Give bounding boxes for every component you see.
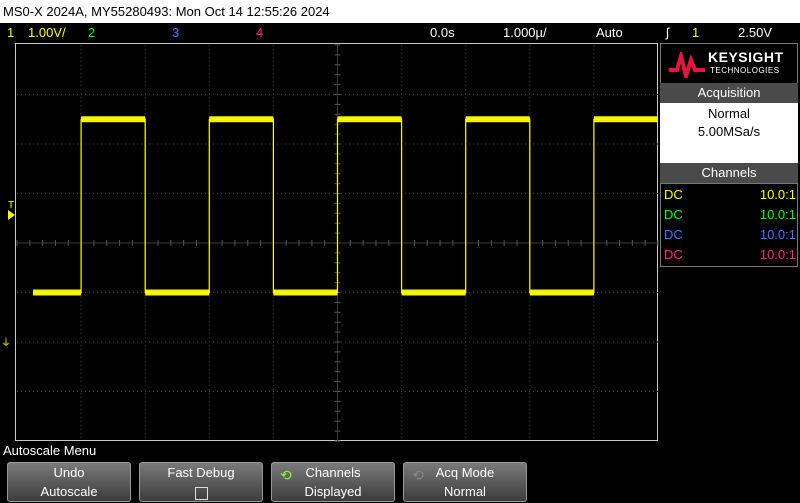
ch1-waveform-level	[81, 116, 146, 123]
ch1-waveform-level	[273, 289, 338, 296]
channel-coupling: DC	[664, 187, 683, 202]
waveform-display[interactable]	[15, 43, 659, 442]
trigger-level[interactable]: 2.50V	[738, 23, 772, 43]
window-title: MS0-X 2024A, MY55280493: Mon Oct 14 12:5…	[3, 4, 330, 19]
acquisition-mode: Normal	[708, 106, 750, 121]
channel-row-3[interactable]: DC 10.0:1	[664, 225, 796, 245]
channel-probe: 10.0:1	[759, 227, 796, 242]
acquisition-rate: 5.00MSa/s	[697, 124, 761, 139]
time-delay[interactable]: 0.0s	[430, 23, 455, 43]
softkey-label: Undo	[53, 465, 85, 480]
channels-list: DC 10.0:1 DC 10.0:1 DC 10.0:1 DC 10.0:1	[660, 183, 798, 267]
ch1-waveform-level	[529, 289, 594, 296]
title-bar: MS0-X 2024A, MY55280493: Mon Oct 14 12:5…	[0, 0, 800, 23]
channel-probe: 10.0:1	[759, 187, 796, 202]
acquisition-heading: Acquisition	[660, 83, 798, 103]
softkey-value: Normal	[444, 484, 486, 499]
channel-probe: 10.0:1	[759, 207, 796, 222]
channel-coupling: DC	[664, 227, 683, 242]
channel-row-4[interactable]: DC 10.0:1	[664, 245, 796, 265]
logo-sub: TECHNOLOGIES	[710, 66, 780, 75]
keysight-logo: KEYSIGHT TECHNOLOGIES	[660, 43, 798, 85]
ch3-number[interactable]: 3	[172, 23, 179, 43]
time-scale[interactable]: 1.000µ/	[503, 23, 547, 43]
side-panel: KEYSIGHT TECHNOLOGIES Acquisition Normal…	[660, 43, 800, 267]
ch1-waveform-level	[593, 116, 658, 123]
undo-autoscale-softkey[interactable]: Undo Autoscale	[7, 462, 131, 502]
ch1-waveform-level	[337, 116, 402, 123]
channel-coupling: DC	[664, 207, 683, 222]
channel-row-2[interactable]: DC 10.0:1	[664, 205, 796, 225]
keysight-wave-icon	[669, 52, 705, 78]
fast-debug-softkey[interactable]: Fast Debug	[139, 462, 263, 502]
ch1-waveform-level	[401, 289, 466, 296]
ch1-number[interactable]: 1	[7, 23, 14, 43]
ch1-waveform-level	[209, 116, 274, 123]
acq-mode-softkey[interactable]: ⟲ Acq Mode Normal	[403, 462, 527, 502]
acquisition-info: Normal 5.00MSa/s	[660, 103, 798, 163]
channel-status-bar: 1 1.00V/ 2 3 4 0.0s 1.000µ/ Auto ʃ 1 2.5…	[0, 23, 800, 43]
waveform-grid	[16, 44, 659, 442]
softkey-label: Channels	[305, 465, 361, 480]
channels-heading: Channels	[660, 163, 798, 183]
ch2-number[interactable]: 2	[88, 23, 95, 43]
ch1-waveform-level	[145, 289, 210, 296]
trigger-source[interactable]: 1	[692, 23, 699, 43]
channel-coupling: DC	[664, 247, 683, 262]
logo-brand: KEYSIGHT	[708, 49, 784, 65]
softkey-label: Fast Debug	[167, 465, 235, 480]
fast-debug-checkbox[interactable]	[194, 487, 208, 500]
channel-row-1[interactable]: DC 10.0:1	[664, 185, 796, 205]
softkey-value: Autoscale	[40, 484, 98, 499]
menu-title: Autoscale Menu	[3, 443, 97, 458]
ch1-waveform-level	[465, 116, 530, 123]
trigger-slope-icon: ʃ	[666, 25, 669, 40]
trigger-mode[interactable]: Auto	[596, 23, 623, 43]
ch1-waveform-level	[33, 289, 82, 296]
softkey-label: Acq Mode	[435, 465, 495, 480]
ground-icon: ⏚	[1, 338, 11, 349]
channels-displayed-softkey[interactable]: ⟲ Channels Displayed	[271, 462, 395, 502]
ch1-scale[interactable]: 1.00V/	[28, 23, 66, 43]
channel-probe: 10.0:1	[759, 247, 796, 262]
ch4-number[interactable]: 4	[256, 23, 263, 43]
softkey-value: Displayed	[304, 484, 362, 499]
ch1-waveform-edges	[33, 118, 658, 294]
